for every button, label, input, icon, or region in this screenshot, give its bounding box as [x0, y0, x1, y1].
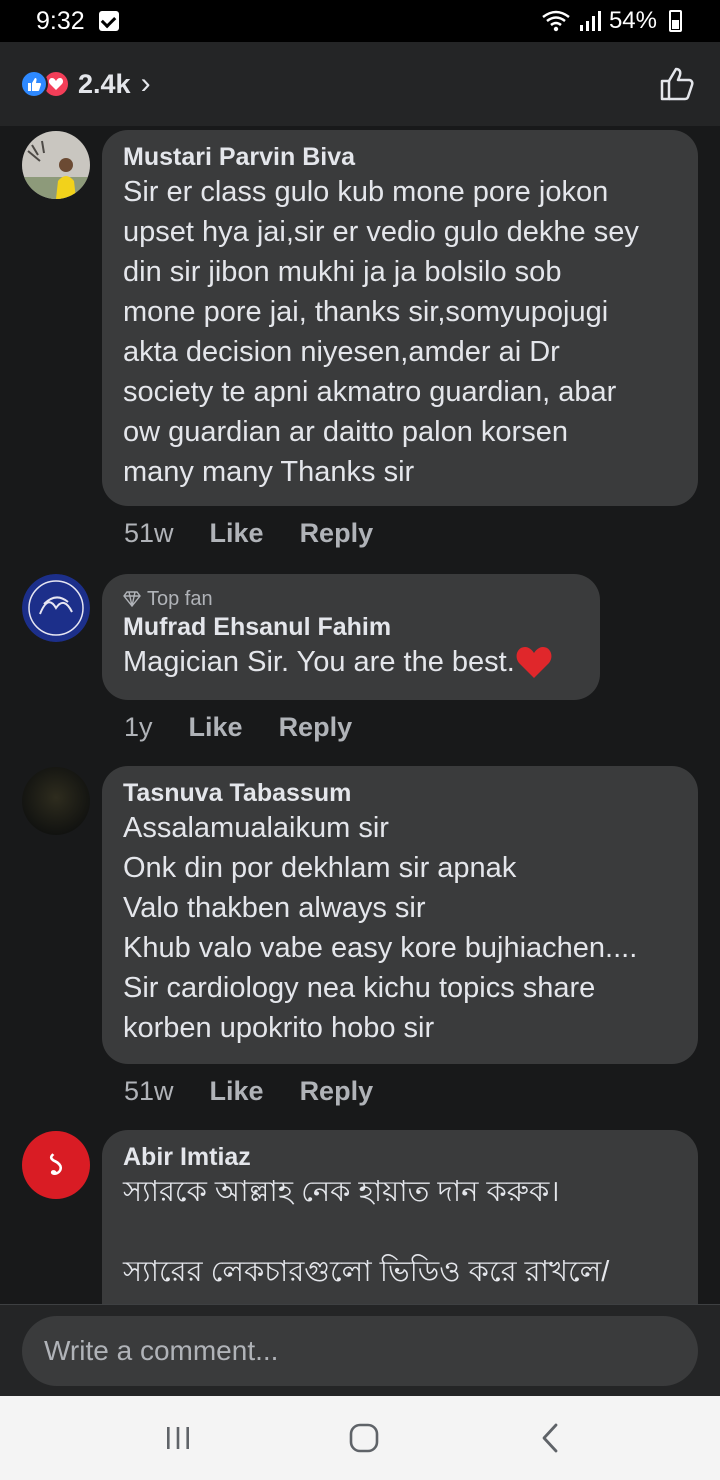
- avatar-glyph: ১: [46, 1147, 66, 1181]
- status-right: 54%: [541, 7, 682, 35]
- status-bar: 9:32 54%: [0, 0, 720, 42]
- reply-button[interactable]: Reply: [279, 712, 353, 743]
- comment-bubble[interactable]: Top fan Mufrad Ehsanul Fahim Magician Si…: [102, 574, 600, 700]
- comment-actions: 51w Like Reply: [124, 1076, 373, 1107]
- thumbs-up-icon[interactable]: [658, 65, 696, 103]
- home-icon: [349, 1423, 379, 1453]
- reply-button[interactable]: Reply: [300, 518, 374, 549]
- back-icon: [542, 1423, 558, 1453]
- comment-age: 1y: [124, 712, 153, 742]
- reactions-header: 2.4k ›: [0, 42, 720, 126]
- like-reaction-icon: [20, 70, 48, 98]
- comment-author[interactable]: Mustari Parvin Biva: [123, 142, 676, 172]
- comment-text: স্যারকে আল্লাহ নেক হায়াত দান করুক। স্যা…: [123, 1176, 610, 1288]
- comment-composer: [0, 1304, 720, 1396]
- heart-emoji-icon: [516, 647, 552, 678]
- battery-percent: 54%: [608, 7, 657, 34]
- like-button[interactable]: Like: [210, 518, 264, 549]
- avatar[interactable]: [22, 574, 90, 642]
- comment-bubble[interactable]: Tasnuva Tabassum Assalamualaikum sir Onk…: [102, 766, 698, 1064]
- wifi-icon: [542, 10, 570, 32]
- home-button[interactable]: [344, 1418, 384, 1458]
- recent-apps-icon: [167, 1427, 189, 1449]
- reply-button[interactable]: Reply: [300, 1076, 374, 1107]
- comment-author[interactable]: Abir Imtiaz: [123, 1142, 676, 1172]
- comment-author[interactable]: Mufrad Ehsanul Fahim: [123, 612, 578, 642]
- battery-icon: [669, 10, 682, 32]
- comment-bubble[interactable]: Abir Imtiaz স্যারকে আল্লাহ নেক হায়াত দা…: [102, 1130, 698, 1304]
- status-time: 9:32: [36, 6, 85, 35]
- top-fan-label: Top fan: [147, 588, 213, 610]
- like-button[interactable]: Like: [210, 1076, 264, 1107]
- like-button[interactable]: Like: [189, 712, 243, 743]
- top-fan-badge: Top fan: [123, 586, 578, 612]
- avatar[interactable]: ১: [22, 1131, 90, 1199]
- chevron-right-icon[interactable]: ›: [141, 67, 151, 101]
- comment-author[interactable]: Tasnuva Tabassum: [123, 778, 676, 808]
- comment-text: Assalamualaikum sir Onk din por dekhlam …: [123, 812, 638, 1044]
- avatar[interactable]: [22, 131, 90, 199]
- comment-text: Sir er class gulo kub mone pore jokon up…: [123, 176, 639, 488]
- comment-actions: 1y Like Reply: [124, 712, 352, 743]
- back-button[interactable]: [530, 1418, 570, 1458]
- comments-list[interactable]: Mustari Parvin Biva Sir er class gulo ku…: [0, 126, 720, 1304]
- system-nav-bar: [0, 1396, 720, 1480]
- comment-input[interactable]: [22, 1316, 698, 1386]
- avatar[interactable]: [22, 767, 90, 835]
- reaction-count[interactable]: 2.4k: [78, 69, 131, 100]
- comment-age: 51w: [124, 1076, 174, 1106]
- comment-age: 51w: [124, 518, 174, 548]
- comment-bubble[interactable]: Mustari Parvin Biva Sir er class gulo ku…: [102, 130, 698, 506]
- signal-icon: [579, 11, 601, 31]
- diamond-icon: [123, 591, 141, 607]
- reactions-summary[interactable]: [20, 70, 70, 98]
- comment-actions: 51w Like Reply: [124, 518, 373, 549]
- comment-text-content: Magician Sir. You are the best.: [123, 646, 515, 678]
- recent-apps-button[interactable]: [158, 1418, 198, 1458]
- comment-text: Magician Sir. You are the best.: [123, 642, 578, 682]
- notification-check-icon: [98, 11, 119, 31]
